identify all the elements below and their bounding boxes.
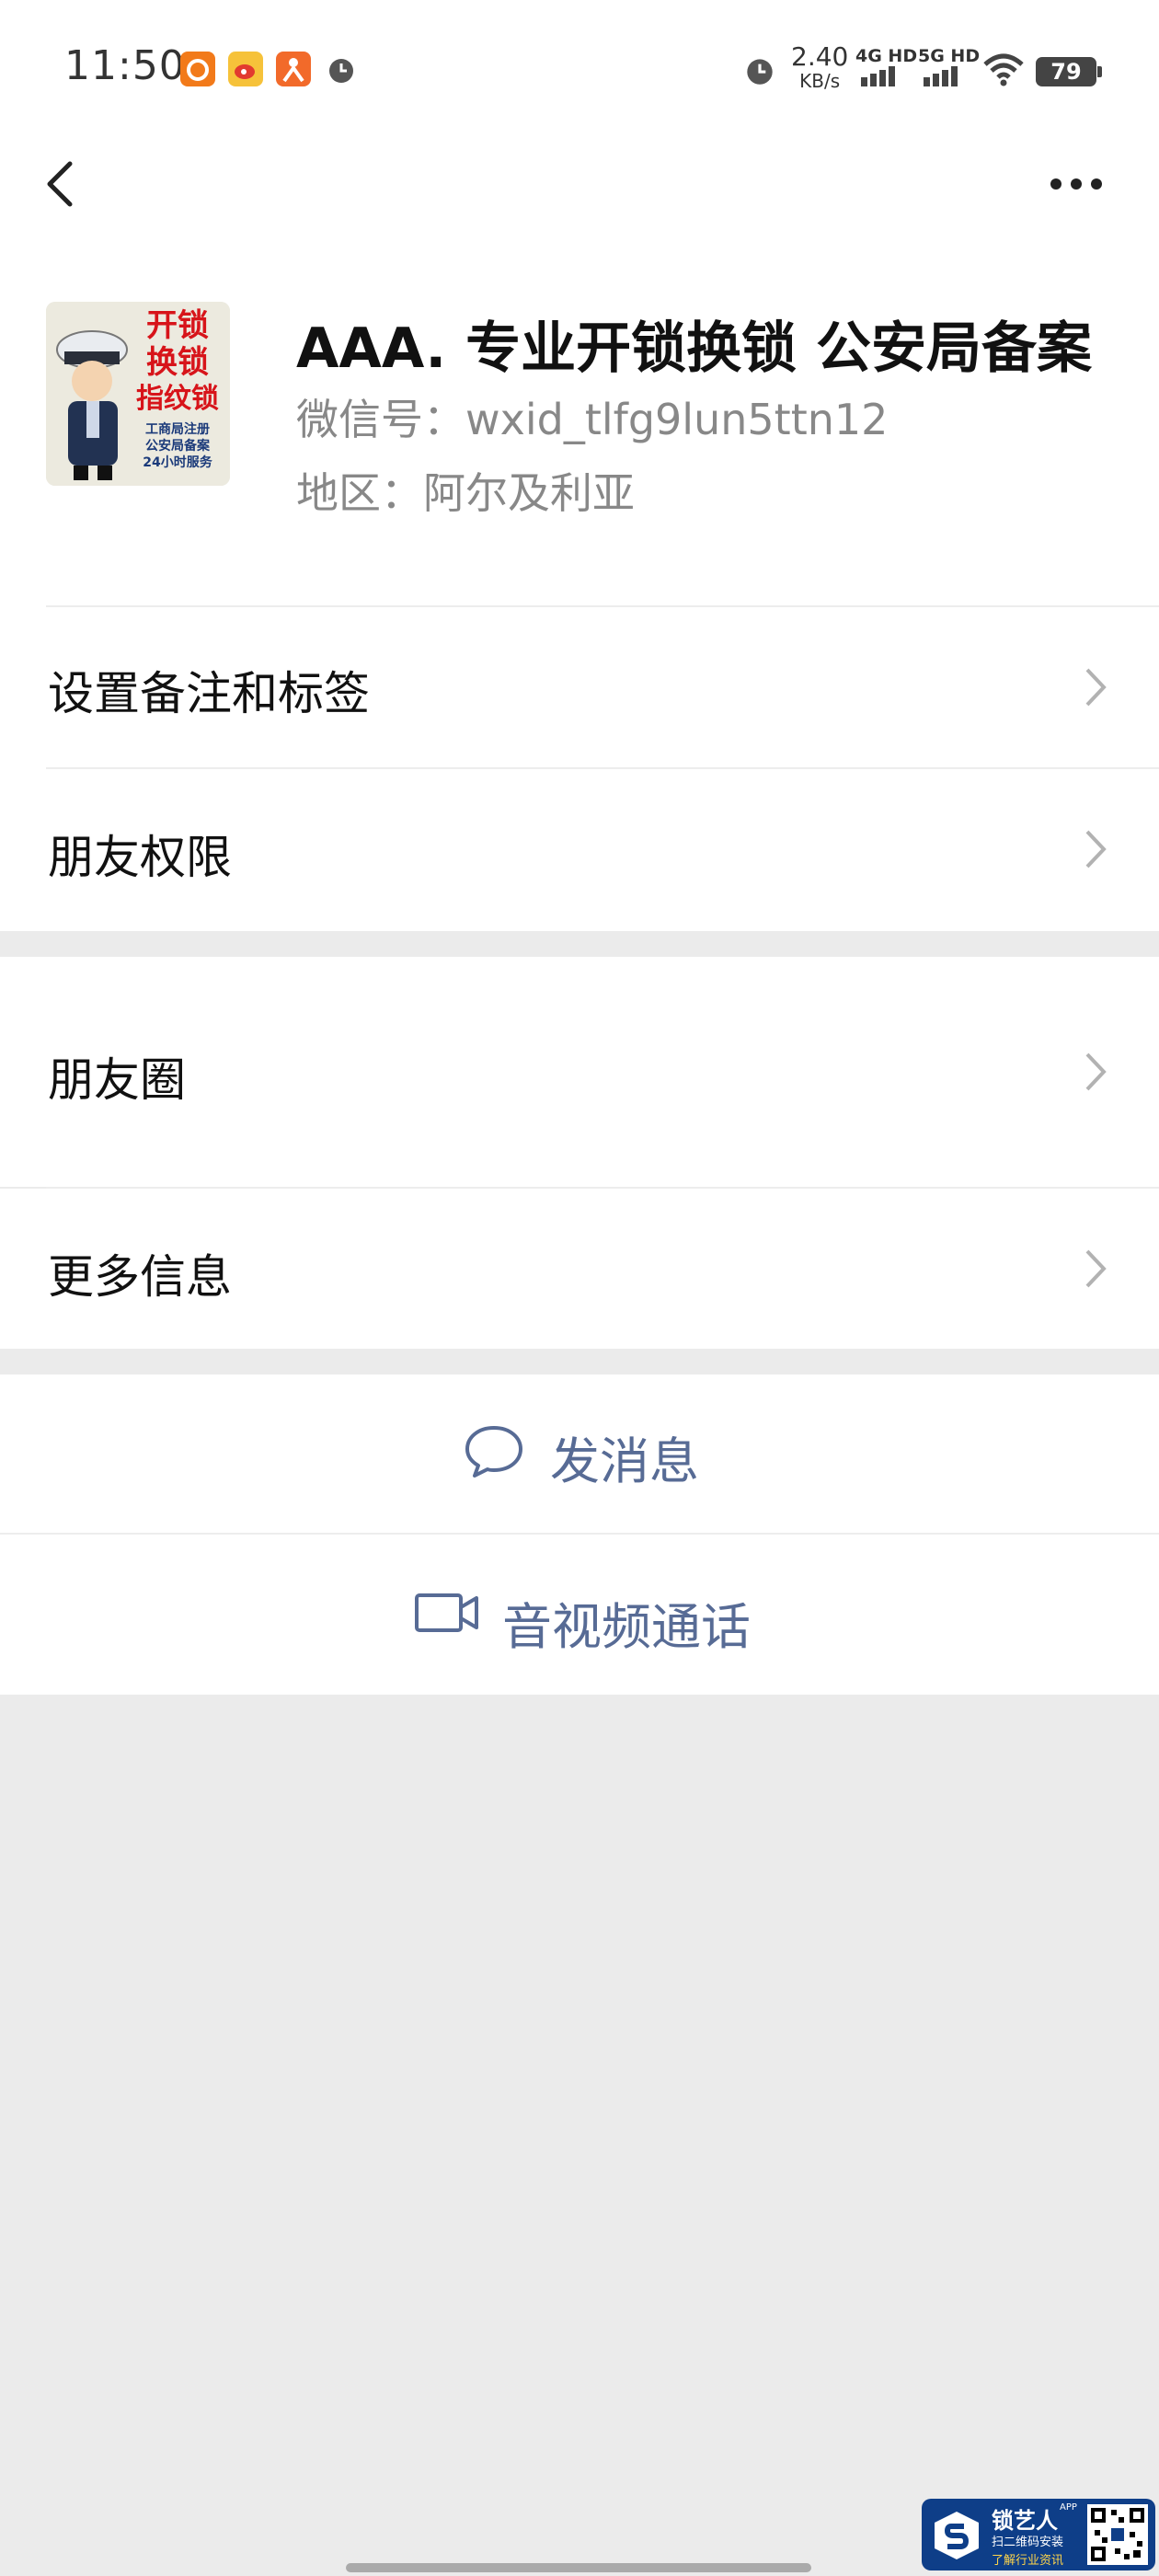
- more-icon: [1050, 178, 1102, 190]
- send-message-button[interactable]: 发消息: [0, 1374, 1159, 1533]
- avatar-text: 换锁: [146, 344, 209, 381]
- send-message-label: 发消息: [550, 1432, 699, 1490]
- chevron-right-icon: [1085, 668, 1107, 707]
- watermark-badge: 锁艺人 APP 扫二维码安装 了解行业资讯: [922, 2499, 1155, 2570]
- wifi-icon: [982, 53, 1025, 90]
- alarm-icon: [324, 52, 359, 86]
- menu-item-more-info[interactable]: 更多信息: [0, 1189, 1159, 1349]
- section-gap: [0, 1349, 1159, 1374]
- weibo-icon: [228, 52, 263, 86]
- battery-icon: 79: [1036, 57, 1102, 86]
- chevron-right-icon: [1085, 1249, 1107, 1288]
- lock-logo-icon: [935, 2512, 979, 2559]
- video-call-button[interactable]: 音视频通话: [0, 1535, 1159, 1695]
- contact-name: AAA. 专业开锁换锁 公安局备案: [296, 316, 1092, 381]
- section-gap: [0, 931, 1159, 957]
- alarm-icon: [741, 52, 778, 92]
- chevron-left-icon: [47, 161, 73, 207]
- avatar-text: 指纹锁: [136, 383, 219, 415]
- chevron-right-icon: [1085, 830, 1107, 868]
- sim2-signal: 5G HD: [918, 46, 980, 91]
- app-icon: [276, 52, 311, 86]
- avatar-text: 开锁: [146, 307, 209, 344]
- menu-item-remark-tags[interactable]: 设置备注和标签: [0, 607, 1159, 767]
- back-button[interactable]: [37, 156, 92, 212]
- menu-item-label: 朋友权限: [48, 831, 232, 884]
- avatar-text: 工商局注册: [145, 422, 210, 437]
- video-camera-icon: [415, 1593, 478, 1632]
- video-call-label: 音视频通话: [502, 1598, 751, 1656]
- chat-bubble-icon: [465, 1426, 522, 1478]
- taobao-icon: [180, 52, 215, 86]
- menu-item-moments[interactable]: 朋友圈: [0, 957, 1159, 1187]
- home-indicator[interactable]: [346, 2563, 811, 2572]
- watermark-app: APP: [1060, 2502, 1077, 2513]
- watermark-line2: 了解行业资讯: [992, 2554, 1064, 2568]
- menu-item-label: 朋友圈: [48, 1053, 186, 1107]
- watermark-title: 锁艺人: [992, 2508, 1058, 2534]
- watermark-line1: 扫二维码安装: [992, 2536, 1064, 2549]
- chevron-right-icon: [1085, 1052, 1107, 1091]
- qr-code-icon: [1087, 2504, 1148, 2565]
- avatar[interactable]: 开锁 换锁 指纹锁 工商局注册 公安局备案 24小时服务: [46, 302, 230, 486]
- menu-item-label: 设置备注和标签: [48, 667, 370, 720]
- region: 地区：阿尔及利亚: [296, 468, 635, 518]
- status-time: 11:50: [64, 42, 186, 89]
- menu-item-label: 更多信息: [48, 1250, 232, 1304]
- more-button[interactable]: [1039, 161, 1113, 207]
- sim1-signal: 4G HD: [855, 46, 917, 91]
- avatar-text: 公安局备案: [145, 439, 210, 454]
- net-speed: 2.40 KB/s: [791, 41, 849, 93]
- avatar-text: 24小时服务: [143, 455, 212, 470]
- wechat-id[interactable]: 微信号：wxid_tlfg9lun5ttn12: [296, 386, 888, 447]
- menu-item-friend-permissions[interactable]: 朋友权限: [0, 769, 1159, 931]
